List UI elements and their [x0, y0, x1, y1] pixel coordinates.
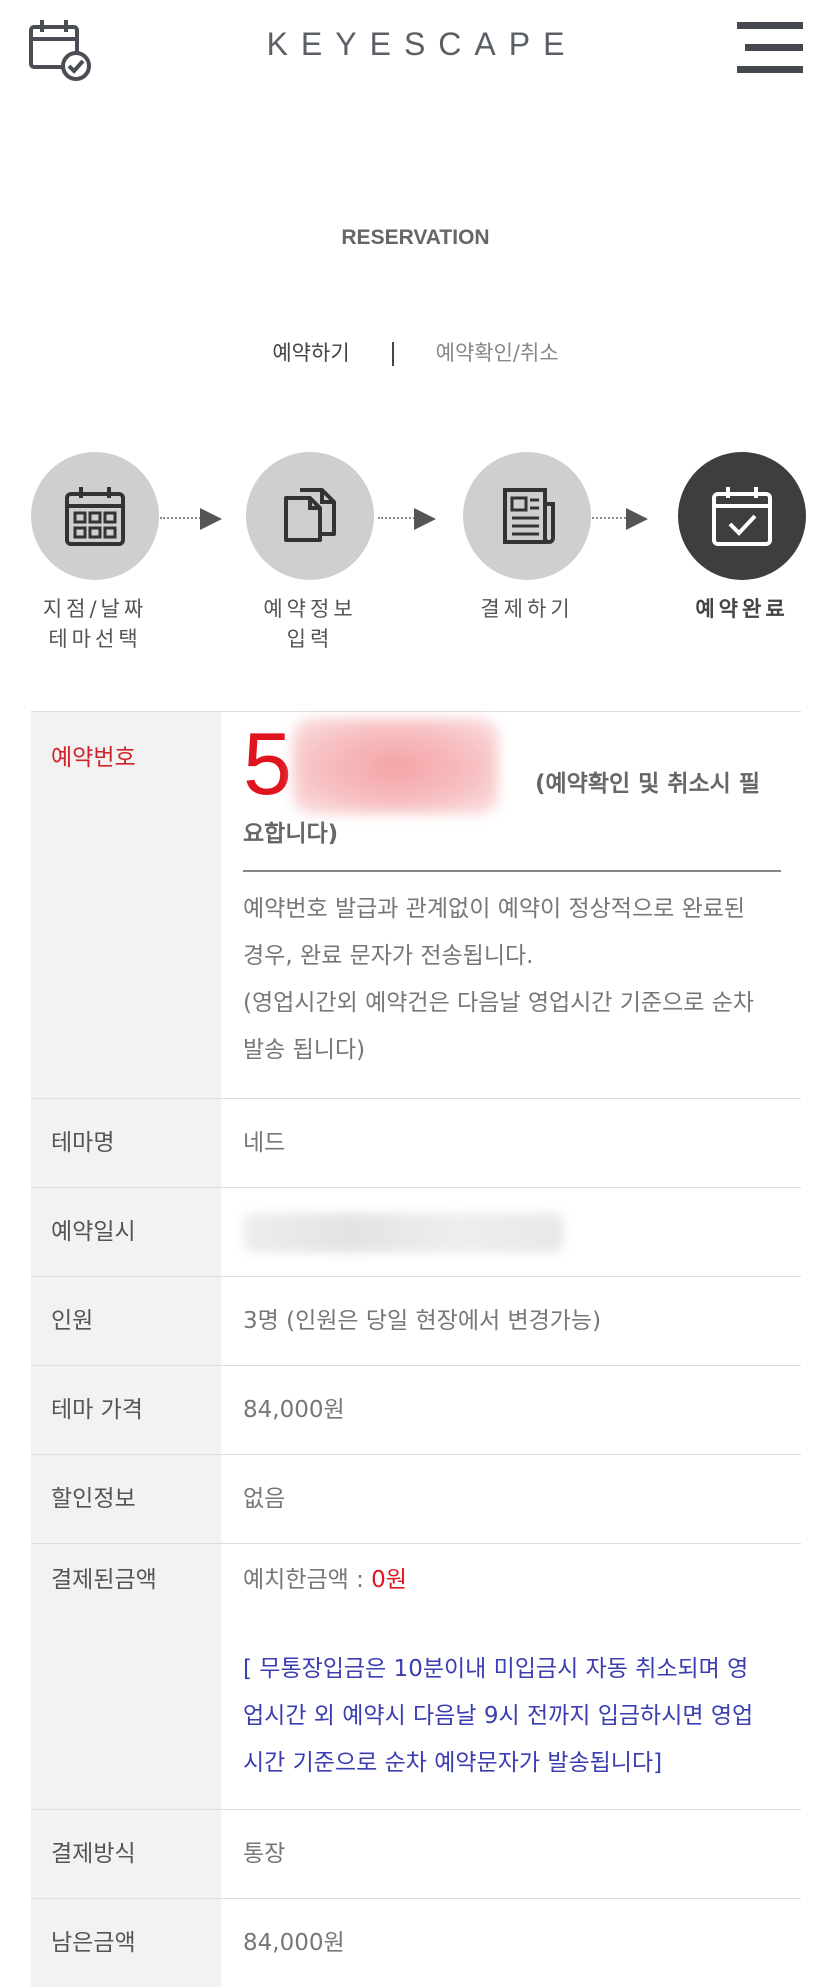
step-complete: 예약완료: [652, 452, 831, 624]
step-arrow: [592, 508, 648, 530]
tab-separator: [391, 342, 394, 366]
step-select-branch: 지점/날짜테마선택: [5, 452, 185, 654]
row-label: 남은금액: [31, 1899, 221, 1987]
row-value: 3명 (인원은 당일 현장에서 변경가능): [243, 1308, 602, 1334]
reservation-details-table: 예약번호 5 (예약확인 및 취소시 필 요합니다) 예약번호 발급과 관계없이…: [31, 711, 801, 1987]
reservation-note-cont: 요합니다): [243, 821, 339, 847]
divider: [243, 870, 781, 872]
copy-documents-icon: [284, 488, 336, 542]
table-row-remaining: 남은금액 84,000원: [31, 1899, 801, 1987]
calendar-grid-icon: [65, 487, 125, 546]
table-row-paid-amount: 결제된금액 예치한금액 : 0원 [ 무통장입금은 10분이내 미입금시 자동 …: [31, 1544, 801, 1810]
deposit-value: 0원: [371, 1567, 407, 1593]
reservation-note: (예약확인 및 취소시 필: [535, 771, 760, 797]
deposit-label: 예치한금액 :: [243, 1567, 372, 1593]
row-label: 테마 가격: [31, 1366, 221, 1454]
step-label: 테마선택: [48, 627, 142, 651]
reservation-description: 예약번호 발급과 관계없이 예약이 정상적으로 완료된 경우, 완료 문자가 전…: [243, 896, 755, 1063]
row-value: 없음: [243, 1486, 286, 1512]
table-row-payment-method: 결제방식 통장: [31, 1810, 801, 1899]
row-value: 84,000원: [243, 1397, 345, 1423]
step-label: 지점/날짜: [42, 597, 148, 621]
step-arrow: [160, 508, 222, 530]
row-label: 할인정보: [31, 1455, 221, 1543]
calendar-check-icon: [712, 487, 772, 546]
step-enter-info: 예약정보입력: [220, 452, 400, 654]
bank-transfer-notice: [ 무통장입금은 10분이내 미입금시 자동 취소되며 영 업시간 외 예약시 …: [243, 1656, 754, 1776]
row-label: 결제방식: [31, 1810, 221, 1898]
hamburger-menu-icon[interactable]: [737, 22, 803, 74]
row-label: 인원: [31, 1277, 221, 1365]
table-row-reservation-number: 예약번호 5 (예약확인 및 취소시 필 요합니다) 예약번호 발급과 관계없이…: [31, 712, 801, 1099]
page-title: RESERVATION: [341, 226, 490, 249]
step-label: 예약완료: [695, 597, 789, 621]
row-value: 84,000원: [243, 1930, 345, 1956]
row-value: 통장: [243, 1841, 286, 1867]
table-row-people: 인원 3명 (인원은 당일 현장에서 변경가능): [31, 1277, 801, 1366]
table-row-discount: 할인정보 없음: [31, 1455, 801, 1544]
table-row-theme: 테마명 네드: [31, 1099, 801, 1188]
table-row-price: 테마 가격 84,000원: [31, 1366, 801, 1455]
step-payment: 결제하기: [437, 452, 617, 624]
table-row-datetime: 예약일시: [31, 1188, 801, 1277]
step-label: 결제하기: [480, 597, 574, 621]
reservation-number: 5: [243, 714, 292, 813]
tab-check-cancel[interactable]: 예약확인/취소: [436, 337, 559, 367]
step-arrow: [378, 508, 436, 530]
row-value: 네드: [243, 1130, 286, 1156]
progress-steps: 지점/날짜 테마선택 예약정보 입력 결제하기 예약완료: [0, 452, 831, 652]
row-label: 예약번호: [31, 712, 221, 1098]
tab-reserve[interactable]: 예약하기: [272, 337, 349, 367]
redacted-number: [293, 718, 498, 814]
row-label: 테마명: [31, 1099, 221, 1187]
header: KEYESCAPE: [0, 0, 831, 100]
brand-logo[interactable]: KEYESCAPE: [0, 26, 831, 63]
row-label: 결제된금액: [31, 1544, 221, 1809]
sub-tabs: 예약하기 예약확인/취소: [0, 337, 831, 367]
step-label: 입력: [286, 627, 334, 651]
redacted-datetime: [243, 1212, 563, 1253]
step-label: 예약정보: [263, 597, 357, 621]
row-label: 예약일시: [31, 1188, 221, 1276]
document-receipt-icon: [503, 488, 555, 544]
